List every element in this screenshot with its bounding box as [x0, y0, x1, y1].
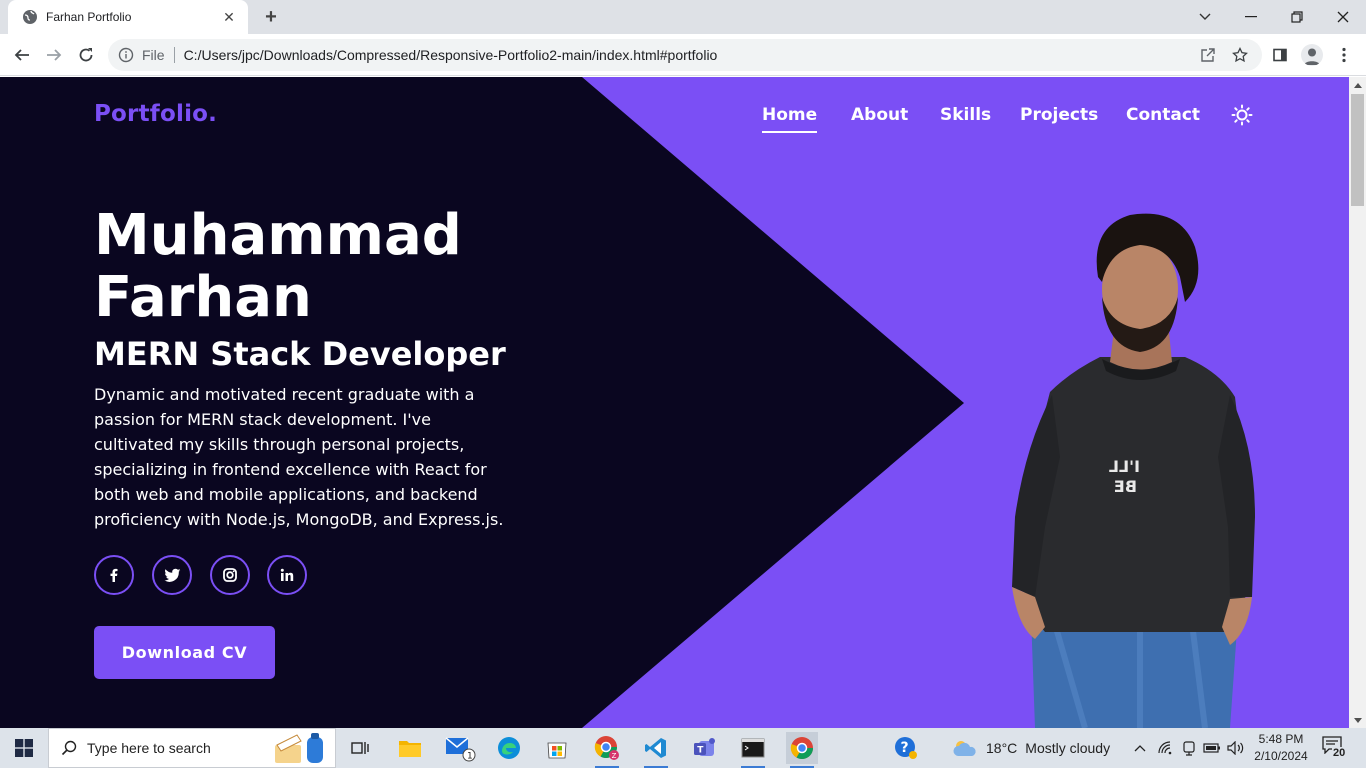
facebook-icon — [110, 568, 118, 582]
reload-button[interactable] — [74, 43, 98, 67]
weather-condition: Mostly cloudy — [1025, 740, 1111, 756]
linkedin-link[interactable] — [267, 555, 307, 595]
close-window-button[interactable] — [1320, 0, 1366, 34]
windows-start-button[interactable] — [0, 728, 48, 768]
close-tab-icon[interactable]: ✕ — [220, 8, 238, 26]
nav-projects[interactable]: Projects — [1020, 105, 1098, 125]
windows-taskbar: Type here to search 1 Z T ? 18°C Mostly … — [0, 728, 1366, 768]
share-icon[interactable] — [1196, 43, 1220, 67]
task-view-icon[interactable] — [344, 732, 376, 764]
instagram-link[interactable] — [210, 555, 250, 595]
browser-tab[interactable]: Farhan Portfolio ✕ — [8, 0, 248, 34]
temperature: 18°C — [986, 740, 1018, 756]
hero-bio: Dynamic and motivated recent graduate wi… — [94, 385, 504, 529]
nav-contact[interactable]: Contact — [1126, 105, 1200, 125]
notification-center-button[interactable]: 20 — [1322, 736, 1352, 760]
twitter-icon — [163, 568, 180, 582]
cloud-icon — [953, 741, 976, 756]
scroll-up-arrow-icon[interactable] — [1349, 77, 1366, 93]
facebook-link[interactable] — [94, 555, 134, 595]
edge-icon[interactable] — [493, 732, 525, 764]
system-clock[interactable]: 5:48 PM 2/10/2024 — [1250, 731, 1312, 765]
tab-strip: Farhan Portfolio ✕ + — [0, 0, 1366, 34]
wifi-icon[interactable] — [1156, 738, 1176, 758]
vscode-icon[interactable] — [640, 732, 672, 768]
hero-name-line2: Farhan — [94, 265, 312, 330]
download-cv-button[interactable]: Download CV — [94, 626, 275, 679]
forward-button[interactable] — [42, 43, 66, 67]
hero-role: MERN Stack Developer — [94, 335, 506, 373]
address-bar[interactable]: File C:/Users/jpc/Downloads/Compressed/R… — [108, 39, 1262, 71]
chrome-profile-icon[interactable]: Z — [591, 732, 623, 768]
svg-text:Z: Z — [612, 752, 617, 760]
back-button[interactable] — [10, 43, 34, 67]
clock-date: 2/10/2024 — [1254, 749, 1308, 763]
teams-icon[interactable]: T — [689, 732, 721, 764]
svg-text:T: T — [697, 746, 704, 756]
tab-title: Farhan Portfolio — [46, 10, 132, 24]
chrome-icon[interactable] — [786, 732, 818, 768]
nav-skills[interactable]: Skills — [940, 105, 991, 125]
scroll-thumb[interactable] — [1351, 94, 1364, 206]
search-highlight-illustration-icon — [275, 733, 323, 763]
help-icon[interactable]: ? — [890, 732, 922, 764]
instagram-icon — [223, 568, 237, 582]
new-tab-button[interactable]: + — [260, 6, 282, 28]
search-placeholder: Type here to search — [87, 740, 211, 756]
windows-logo-icon — [15, 739, 33, 757]
omnibox-divider — [173, 47, 175, 63]
battery-icon[interactable] — [1202, 738, 1222, 758]
linkedin-icon — [280, 568, 294, 581]
svg-text:1: 1 — [467, 752, 473, 762]
globe-icon — [22, 9, 38, 25]
hero-name-line1: Muhammad — [94, 203, 462, 268]
portfolio-page: Portfolio. Home About Skills Projects Co… — [0, 77, 1349, 728]
vpn-icon[interactable] — [1179, 738, 1199, 758]
svg-text:?: ? — [901, 740, 909, 756]
site-logo[interactable]: Portfolio. — [94, 101, 217, 127]
scroll-down-arrow-icon[interactable] — [1349, 712, 1366, 728]
twitter-link[interactable] — [152, 555, 192, 595]
page-scrollbar[interactable] — [1349, 77, 1366, 728]
file-explorer-icon[interactable] — [394, 732, 426, 764]
mail-icon[interactable]: 1 — [444, 732, 476, 764]
profile-avatar[interactable] — [1300, 43, 1324, 67]
clock-time: 5:48 PM — [1258, 732, 1304, 746]
volume-icon[interactable] — [1226, 738, 1246, 758]
svg-text:BE: BE — [1114, 477, 1137, 496]
url-text[interactable]: C:/Users/jpc/Downloads/Compressed/Respon… — [184, 47, 718, 63]
side-panel-icon[interactable] — [1268, 43, 1292, 67]
restore-button[interactable] — [1274, 0, 1320, 34]
taskbar-search[interactable]: Type here to search — [48, 728, 336, 768]
url-scheme-label: File — [142, 47, 165, 63]
terminal-icon[interactable] — [737, 732, 769, 768]
tab-search-icon[interactable] — [1182, 0, 1228, 34]
hero-name: Muhammad Farhan — [94, 205, 574, 329]
notification-count: 20 — [1332, 747, 1347, 759]
profile-icon — [1301, 44, 1323, 66]
weather-widget[interactable]: 18°C Mostly cloudy — [952, 728, 1110, 768]
microsoft-store-icon[interactable] — [541, 732, 573, 764]
nav-home[interactable]: Home — [762, 105, 818, 133]
chevron-up-icon[interactable] — [1130, 738, 1150, 758]
bookmark-star-icon[interactable] — [1228, 43, 1252, 67]
browser-toolbar: File C:/Users/jpc/Downloads/Compressed/R… — [0, 34, 1366, 76]
minimize-button[interactable] — [1228, 0, 1274, 34]
sun-icon[interactable] — [1230, 103, 1254, 127]
profile-photo: I'LL BE — [1012, 213, 1255, 728]
site-info-icon[interactable] — [118, 47, 134, 63]
search-icon — [61, 740, 77, 756]
nav-about[interactable]: About — [851, 105, 908, 125]
svg-text:I'LL: I'LL — [1109, 457, 1140, 476]
browser-menu-icon[interactable] — [1332, 43, 1356, 67]
